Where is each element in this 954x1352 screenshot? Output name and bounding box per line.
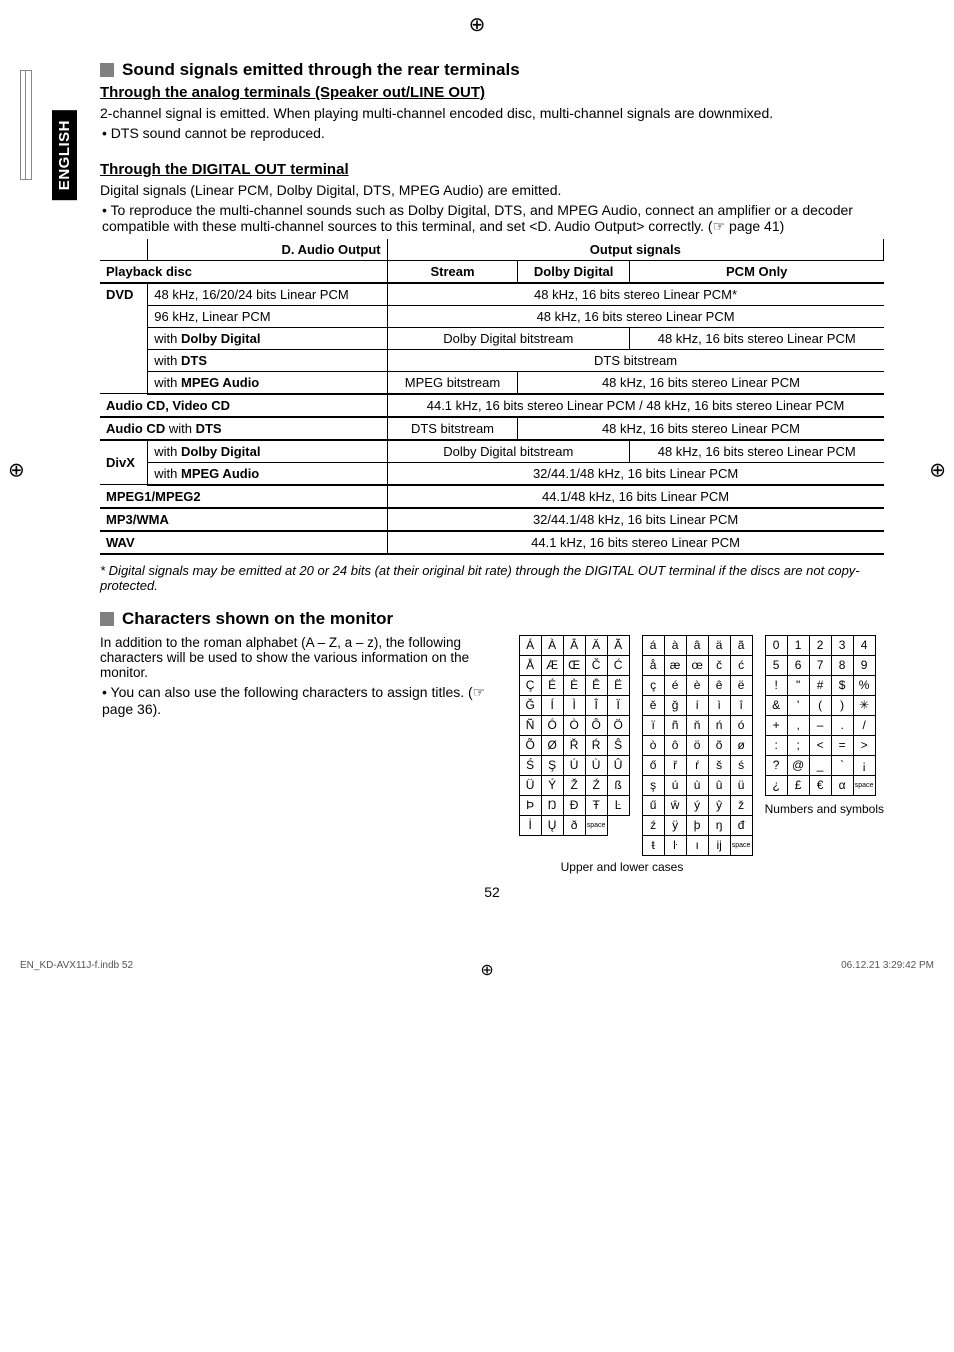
digital-desc: Digital signals (Linear PCM, Dolby Digit… [100, 181, 884, 200]
heading-chars: Characters shown on the monitor [122, 609, 393, 629]
footer-crop-icon: ⊕ [480, 960, 493, 980]
output-signal-table: D. Audio Output Output signals Playback … [100, 239, 884, 555]
crop-mark-right: ⊕ [929, 457, 946, 482]
section-marker-icon [100, 612, 114, 626]
crop-mark-left: ⊕ [8, 457, 25, 482]
page-number: 52 [100, 884, 884, 900]
char-bullet: You can also use the following character… [102, 684, 509, 717]
char-desc: In addition to the roman alphabet (A – Z… [100, 635, 509, 680]
digital-bullet: To reproduce the multi-channel sounds su… [102, 202, 884, 235]
char-grid-lower: áàâäãåæœčćçéèêëěğíìîïñňńóòôöõøőřŕšśşúùûü… [642, 635, 753, 856]
footer-left: EN_KD-AVX11J-f.indb 52 [20, 960, 133, 980]
crop-mark-top: ⊕ [469, 12, 486, 37]
analog-bullet: DTS sound cannot be reproduced. [102, 125, 884, 141]
subhead-analog: Through the analog terminals (Speaker ou… [100, 84, 884, 101]
caption-cases: Upper and lower cases [360, 860, 884, 874]
analog-desc: 2-channel signal is emitted. When playin… [100, 104, 884, 123]
subhead-digital: Through the DIGITAL OUT terminal [100, 161, 884, 178]
caption-symbols: Numbers and symbols [765, 802, 884, 816]
gutter-marks [20, 70, 32, 180]
footer-right: 06.12.21 3:29:42 PM [841, 960, 934, 980]
section-marker-icon [100, 63, 114, 77]
language-tab: ENGLISH [52, 110, 77, 200]
char-grid-upper: ÁÀÂÄÃÅÆŒČĆÇÉÈÊËĞÍÌÎÏÑÓÒÔÖÕØŘŔŜŚŞÚÙÛÜÝŽŹß… [519, 635, 630, 836]
char-grid-symbols: 0123456789!"#$%&'()✳+,–./:;<=>?@_`¡¿£€αs… [765, 635, 876, 796]
heading-sound: Sound signals emitted through the rear t… [122, 60, 520, 80]
footnote: * Digital signals may be emitted at 20 o… [100, 563, 884, 593]
